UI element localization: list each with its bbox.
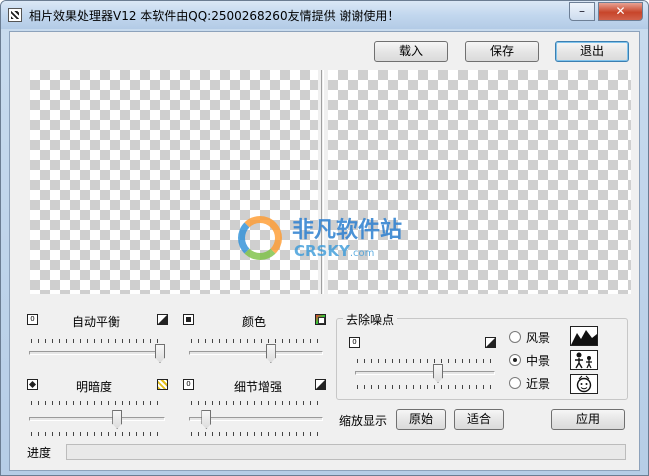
- denoise-group: 去除噪点 0 风景 中景 近景: [336, 311, 628, 400]
- brightness-slider-thumb[interactable]: [112, 410, 123, 429]
- detail-slider-thumb[interactable]: [201, 410, 212, 429]
- brightness-ticks-bottom: [31, 432, 163, 436]
- landscape-mountain-icon: [571, 330, 597, 345]
- midshot-label: 中景: [526, 354, 551, 368]
- app-icon: [8, 8, 22, 22]
- auto-balance-slider-thumb[interactable]: [155, 344, 165, 363]
- load-button[interactable]: 载入: [374, 41, 448, 62]
- client-area: 载入 保存 退出 非凡软件站 CRSKY.com 0 自动平衡 颜色 明暗度 0…: [9, 31, 640, 471]
- watermark-subtext: CRSKY.com: [294, 242, 374, 260]
- denoise-track[interactable]: [355, 371, 495, 375]
- midshot-radio[interactable]: [509, 354, 521, 366]
- denoise-title: 去除噪点: [343, 311, 398, 328]
- exit-button[interactable]: 退出: [555, 41, 629, 62]
- watermark-text: 非凡软件站: [292, 218, 403, 243]
- brightness-label: 明暗度: [76, 380, 113, 394]
- color-label: 颜色: [242, 315, 267, 329]
- denoise-high-icon: [485, 337, 496, 348]
- contrast-icon: [157, 314, 168, 325]
- detail-label: 细节增强: [234, 380, 283, 394]
- progress-bar: [66, 444, 626, 460]
- closeup-radio[interactable]: [509, 377, 521, 389]
- dark-icon: [27, 379, 38, 390]
- color-track[interactable]: [189, 351, 323, 355]
- watermark-ring-icon: [238, 216, 282, 260]
- zoom-label: 缩放显示: [339, 414, 388, 428]
- landscape-radio[interactable]: [509, 331, 521, 343]
- watermark-logo: 非凡软件站 CRSKY.com: [236, 208, 416, 278]
- people-figures-icon: [575, 352, 592, 369]
- bright-icon: [157, 379, 168, 390]
- title-bar[interactable]: 相片效果处理器V12 本软件由QQ:2500268260友情提供 谢谢使用！ –…: [1, 1, 648, 29]
- detail-high-icon: [315, 379, 326, 390]
- color-ticks: [191, 339, 321, 343]
- landscape-icon: [570, 326, 598, 346]
- denoise-slider-thumb[interactable]: [433, 364, 443, 383]
- denoise-ticks-bottom: [357, 385, 493, 389]
- app-window: 相片效果处理器V12 本软件由QQ:2500268260友情提供 谢谢使用！ –…: [0, 0, 649, 476]
- watermark-brand: CRSKY: [294, 242, 350, 260]
- save-button[interactable]: 保存: [465, 41, 539, 62]
- original-size-button[interactable]: 原始: [396, 409, 446, 430]
- detail-ticks-bottom: [191, 432, 321, 436]
- sun-small-icon: 0: [27, 314, 38, 325]
- auto-balance-ticks: [31, 339, 163, 343]
- closeup-label: 近景: [526, 377, 551, 391]
- color-slider-thumb[interactable]: [265, 344, 276, 363]
- denoise-ticks-top: [357, 359, 493, 363]
- grayscale-icon: [183, 314, 194, 325]
- closeup-icon: [570, 374, 598, 394]
- auto-balance-label: 自动平衡: [72, 315, 121, 329]
- progress-label: 进度: [27, 446, 52, 460]
- detail-low-icon: 0: [183, 379, 194, 390]
- brightness-ticks-top: [31, 401, 163, 405]
- close-button[interactable]: ✕: [598, 2, 643, 21]
- brightness-track[interactable]: [29, 417, 165, 421]
- closeup-face-icon: [576, 375, 592, 393]
- color-icon: [315, 314, 326, 325]
- window-title: 相片效果处理器V12 本软件由QQ:2500268260友情提供 谢谢使用！: [29, 9, 400, 23]
- landscape-label: 风景: [526, 331, 551, 345]
- denoise-low-icon: 0: [349, 337, 360, 348]
- watermark-domain: .com: [349, 248, 375, 259]
- auto-balance-track[interactable]: [29, 351, 165, 355]
- people-icon: [570, 350, 598, 370]
- fit-button[interactable]: 适合: [454, 409, 504, 430]
- apply-button[interactable]: 应用: [551, 409, 625, 430]
- minimize-button[interactable]: –: [569, 2, 595, 21]
- detail-ticks-top: [191, 401, 321, 405]
